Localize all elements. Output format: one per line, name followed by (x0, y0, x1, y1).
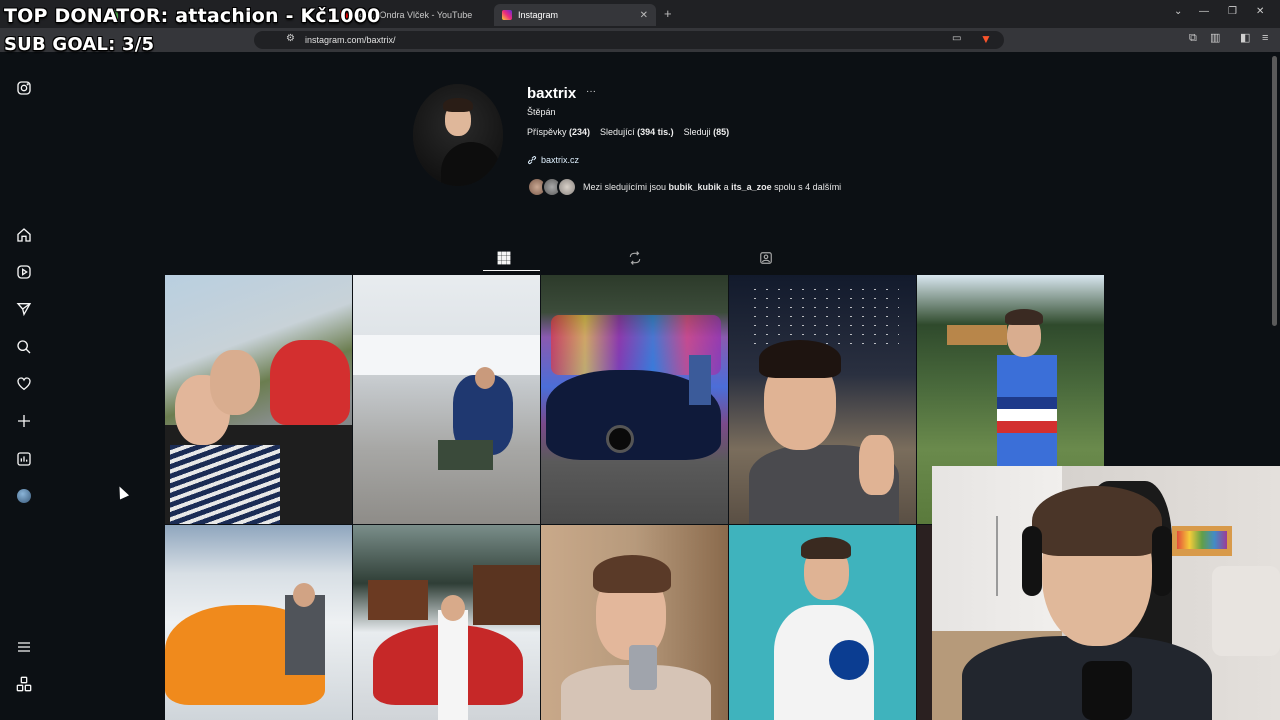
post-image (917, 525, 932, 720)
post-thumbnail[interactable] (729, 525, 916, 720)
mouse-cursor-icon (114, 484, 130, 500)
create-icon[interactable] (15, 412, 33, 430)
browser-tab-instagram[interactable]: Instagram ✕ (494, 4, 656, 26)
hut-shape (947, 325, 1007, 345)
active-tab-indicator (483, 270, 540, 271)
screen: (491) Ondra Vlček - YouTube Instagram ✕ … (0, 0, 1280, 720)
shelf-items-shape (1177, 531, 1227, 549)
instagram-favicon-icon (502, 10, 512, 20)
post-thumbnail[interactable] (729, 275, 916, 524)
reels-icon[interactable] (15, 263, 33, 281)
starlight-shape (749, 285, 899, 345)
sidebar-toggle-icon[interactable]: ◧ (1240, 33, 1250, 44)
hand-shape (859, 435, 894, 495)
mutual-avatar (557, 177, 577, 197)
mutual-followers[interactable]: Mezi sledujícími jsou bubik_kubik a its_… (527, 177, 841, 197)
extensions-icon[interactable]: ⧉ (1189, 33, 1197, 44)
profile-picture-hair (443, 98, 473, 112)
cabin-shape (473, 565, 540, 625)
search-icon[interactable] (15, 338, 33, 356)
hair-shape (593, 555, 671, 593)
profile-full-name: Štěpán (527, 107, 556, 117)
home-icon[interactable] (15, 226, 33, 244)
person-shape (689, 355, 711, 405)
url-text: instagram.com/baxtrix/ (305, 35, 396, 45)
post-thumbnail[interactable] (541, 525, 728, 720)
reposts-icon[interactable] (628, 251, 646, 269)
snow-shape (353, 335, 540, 375)
headphone-shape (1022, 526, 1042, 596)
close-tab-icon[interactable]: ✕ (640, 10, 648, 21)
profile-avatar[interactable] (15, 487, 33, 505)
wardrobe-handle-shape (996, 516, 998, 596)
minimize-icon[interactable]: — (1199, 6, 1209, 17)
hair-shape (801, 537, 851, 559)
more-apps-icon[interactable] (15, 675, 33, 693)
profile-avatar-image (17, 489, 31, 503)
face-shape (441, 595, 465, 621)
post-thumbnail[interactable] (541, 275, 728, 524)
notifications-icon[interactable] (15, 375, 33, 393)
cabin-shape (368, 580, 428, 620)
face-shape (293, 583, 315, 607)
person-shape (285, 595, 325, 675)
link-icon (527, 155, 537, 165)
options-icon[interactable]: ··· (586, 86, 596, 97)
hair-shape (1005, 309, 1043, 325)
post-thumbnail[interactable] (917, 525, 932, 720)
striped-shirt-shape (170, 445, 280, 524)
face-shape (475, 367, 495, 389)
post-thumbnail[interactable] (353, 525, 540, 720)
new-tab-icon[interactable]: + (664, 6, 672, 21)
profile-picture[interactable] (413, 84, 503, 186)
pants-shape (438, 440, 493, 470)
stat-posts[interactable]: Příspěvky (234) (527, 127, 590, 137)
stat-following[interactable]: Sleduji (85) (684, 127, 730, 137)
browser-menu-icon[interactable]: ≡ (1262, 33, 1268, 44)
menu-icon[interactable] (15, 638, 33, 656)
tab-search-chevron-icon[interactable]: ⌄ (1174, 6, 1182, 17)
post-thumbnail[interactable] (165, 275, 352, 524)
webcam-overlay (932, 466, 1280, 720)
brave-shield-icon[interactable]: ▼ (980, 33, 992, 45)
face-shape (210, 350, 260, 415)
instagram-logo-icon[interactable] (15, 79, 33, 97)
sub-goal-overlay: SUB GOAL: 3/5 (4, 34, 155, 55)
restore-icon[interactable]: ❐ (1228, 6, 1237, 17)
wallet-icon[interactable]: ▥ (1210, 33, 1220, 44)
posts-grid-icon[interactable] (497, 251, 515, 269)
post-thumbnail[interactable] (353, 275, 540, 524)
dashboard-icon[interactable] (15, 450, 33, 468)
tagged-icon[interactable] (759, 251, 777, 269)
person-shape (438, 610, 468, 720)
window-close-icon[interactable]: ✕ (1256, 6, 1264, 17)
profile-website-link[interactable]: baxtrix.cz (527, 155, 579, 165)
url-field[interactable]: ⚙ instagram.com/baxtrix/ ▭ ▼ (254, 31, 1004, 49)
stat-followers[interactable]: Sledující (394 tis.) (600, 127, 674, 137)
microphone-shape (1082, 661, 1132, 720)
hair-shape (759, 340, 841, 378)
phone-shape (629, 645, 657, 690)
profile-stats: Příspěvky (234) Sledující (394 tis.) Sle… (527, 127, 729, 137)
streamer-hair-shape (1032, 486, 1162, 556)
nasa-logo-shape (829, 640, 869, 680)
profile-username: baxtrix (527, 85, 577, 102)
top-donator-overlay: TOP DONATOR: attachion - Kč1000 (4, 5, 381, 27)
messages-icon[interactable] (15, 300, 33, 318)
cast-icon[interactable]: ▭ (952, 34, 961, 44)
page-scrollbar[interactable] (1272, 56, 1277, 326)
browser-address-bar: ⚑ ⚙ instagram.com/baxtrix/ ▭ ▼ ⧉ ▥ ◧ ≡ (0, 28, 1280, 52)
site-info-icon[interactable]: ⚙ (286, 34, 295, 44)
shirt-shape (997, 355, 1057, 475)
bed-shape (1212, 566, 1280, 656)
wheel-shape (606, 425, 634, 453)
headphone-shape (1152, 526, 1172, 596)
red-car-shape (270, 340, 350, 425)
post-thumbnail[interactable] (165, 525, 352, 720)
